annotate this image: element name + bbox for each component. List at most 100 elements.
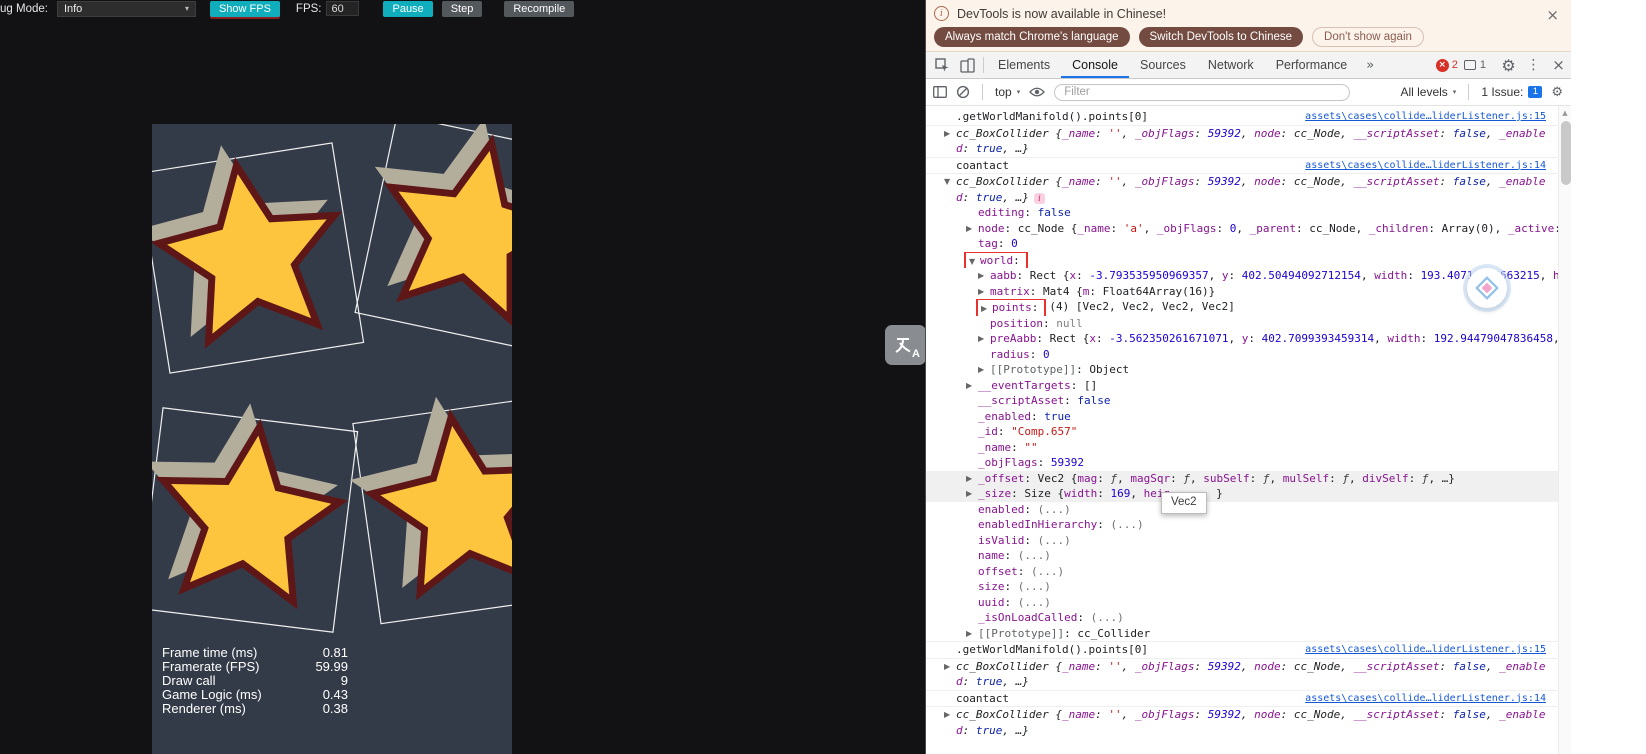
expand-arrow-icon[interactable]: ▶ bbox=[981, 301, 992, 316]
console-settings-icon[interactable]: ⚙ bbox=[1551, 85, 1563, 100]
console-error-badge[interactable]: × 2 bbox=[1435, 52, 1458, 78]
tab-performance[interactable]: Performance bbox=[1265, 52, 1359, 78]
source-link[interactable]: assets\cases\collide…liderListener.js:14 bbox=[1305, 158, 1546, 174]
console-message[interactable]: ▶ cc_BoxCollider {_name: '', _objFlags: 5… bbox=[926, 657, 1558, 690]
more-tabs-icon[interactable]: » bbox=[1358, 52, 1382, 78]
tab-network[interactable]: Network bbox=[1197, 52, 1265, 78]
infobar-message: DevTools is now available in Chinese! bbox=[957, 6, 1167, 21]
star-bottom-left bbox=[152, 391, 359, 633]
object-property-row[interactable]: ▶ __eventTargets: [] bbox=[926, 378, 1558, 394]
object-property-row[interactable]: ▶ node: cc_Node {_name: 'a', _objFlags: 0… bbox=[926, 221, 1558, 237]
star-top-left bbox=[152, 130, 365, 374]
expand-arrow-icon[interactable]: ▶ bbox=[978, 284, 989, 300]
source-link[interactable]: assets\cases\collide…liderListener.js:15 bbox=[1305, 109, 1546, 125]
fps-input[interactable]: 60 bbox=[326, 1, 360, 16]
infobar-close-icon[interactable]: × bbox=[1546, 6, 1559, 24]
expand-arrow-icon[interactable]: ▶ bbox=[944, 659, 955, 675]
expand-arrow-icon[interactable]: ▶ bbox=[966, 486, 977, 502]
devtools-settings-icon[interactable]: ⚙ bbox=[1496, 52, 1521, 78]
extension-logo bbox=[1475, 276, 1499, 300]
collapse-arrow-icon[interactable]: ▼ bbox=[969, 254, 980, 269]
expand-arrow-icon[interactable]: ▶ bbox=[944, 126, 955, 142]
object-property-row: position: null bbox=[990, 316, 1083, 330]
translate-extension-button[interactable] bbox=[1467, 268, 1507, 308]
expand-arrow-icon[interactable]: ▶ bbox=[944, 707, 955, 723]
expand-arrow-icon[interactable]: ▶ bbox=[978, 362, 989, 378]
object-property-row[interactable]: ▼ world: bbox=[926, 251, 1558, 269]
object-property-row[interactable]: ▶ [[Prototype]]: cc_Collider bbox=[926, 626, 1558, 642]
expand-arrow-icon[interactable]: ▶ bbox=[978, 331, 989, 347]
object-property-row[interactable]: ▶ matrix: Mat4 {m: Float64Array(16)} bbox=[926, 284, 1558, 300]
scrollbar-thumb[interactable] bbox=[1560, 121, 1571, 185]
object-property-row[interactable]: ▶ preAabb: Rect {x: -3.562350261671071, y… bbox=[926, 331, 1558, 347]
issues-button[interactable]: 1 Issue: 1 bbox=[1481, 85, 1543, 99]
annotation-highlight: ▶ points: bbox=[976, 299, 1047, 316]
expand-arrow-icon[interactable]: ▶ bbox=[978, 268, 989, 284]
filter-input[interactable]: Filter bbox=[1054, 83, 1351, 101]
scrollbar-up-icon[interactable]: ▲ bbox=[1559, 106, 1571, 119]
object-property-row: _objFlags: 59392 bbox=[978, 456, 1084, 469]
log-levels-dropdown[interactable]: All levels ▾ bbox=[1400, 85, 1456, 99]
tab-console[interactable]: Console bbox=[1061, 52, 1129, 78]
inspect-element-icon[interactable] bbox=[930, 52, 955, 78]
expand-arrow-icon[interactable]: ▶ bbox=[966, 221, 977, 237]
source-link[interactable]: assets\cases\collide…liderListener.js:14 bbox=[1305, 691, 1546, 707]
object-property-row: radius: 0 bbox=[990, 347, 1050, 361]
tab-sources[interactable]: Sources bbox=[1129, 52, 1197, 78]
collapse-arrow-icon[interactable]: ▼ bbox=[944, 174, 955, 190]
object-property-row[interactable]: ▶ aabb: Rect {x: -3.793535950969357, y: 4… bbox=[926, 268, 1558, 284]
dont-show-again-button[interactable]: Don't show again bbox=[1312, 27, 1424, 47]
divider bbox=[1468, 84, 1470, 100]
expand-arrow-icon[interactable]: ▶ bbox=[966, 471, 977, 487]
game-page: ug Mode: Info ▾ Show FPS FPS: 60 Pause S… bbox=[0, 0, 926, 754]
object-property-row: size: (...) bbox=[978, 580, 1051, 593]
debug-mode-select[interactable]: Info ▾ bbox=[56, 0, 196, 17]
object-property-row[interactable]: ▶ _offset: Vec2 {mag: ƒ, magSqr: ƒ, subSe… bbox=[926, 470, 1558, 487]
debug-mode-value: Info bbox=[63, 2, 83, 15]
translate-a-label: A bbox=[912, 348, 920, 360]
show-fps-button[interactable]: Show FPS bbox=[209, 0, 280, 17]
object-property-row: enabledInHierarchy: (...) bbox=[978, 518, 1144, 531]
live-expression-eye-icon[interactable] bbox=[1029, 86, 1046, 98]
step-button[interactable]: Step bbox=[441, 0, 483, 17]
game-canvas[interactable]: Frame time (ms) 0.81 Framerate (FPS) 59.99… bbox=[152, 124, 512, 754]
object-property-row[interactable]: ▶ [[Prototype]]: Object bbox=[926, 362, 1558, 378]
expand-arrow-icon[interactable]: ▶ bbox=[966, 378, 977, 394]
object-property-row[interactable]: ▶ points: (4) [Vec2, Vec2, Vec2, Vec2] bbox=[926, 299, 1558, 316]
console-message[interactable]: ▶ cc_BoxCollider {_name: '', _objFlags: 5… bbox=[926, 706, 1558, 738]
message-count: 1 bbox=[1479, 59, 1486, 71]
object-property-row: name: (...) bbox=[978, 549, 1051, 562]
switch-to-chinese-button[interactable]: Switch DevTools to Chinese bbox=[1138, 27, 1304, 47]
star-top-right bbox=[351, 124, 512, 354]
console-message[interactable]: ▼ cc_BoxCollider {_name: '', _objFlags: 5… bbox=[926, 173, 1558, 205]
source-link[interactable]: assets\cases\collide…liderListener.js:15 bbox=[1305, 642, 1546, 658]
clear-console-icon[interactable] bbox=[956, 85, 970, 99]
console-message-list: assets\cases\collide…liderListener.js:15… bbox=[926, 109, 1558, 738]
object-property-row: _id: "Comp.657" bbox=[978, 425, 1078, 438]
context-selector[interactable]: top ▾ bbox=[995, 85, 1020, 99]
page-translate-button[interactable]: A bbox=[885, 325, 926, 365]
console-sidebar-icon[interactable] bbox=[933, 86, 947, 98]
expand-arrow-icon[interactable]: ▶ bbox=[966, 626, 977, 642]
device-toolbar-icon[interactable] bbox=[955, 52, 980, 78]
object-property-row[interactable]: ▶ _size: Size {width: 169, heig} bbox=[926, 486, 1558, 502]
console-scrollbar[interactable]: ▲ bbox=[1558, 106, 1571, 754]
object-property-row: enabled: (...) bbox=[978, 502, 1071, 516]
console-message-badge[interactable]: 1 bbox=[1463, 52, 1486, 78]
recompile-button[interactable]: Recompile bbox=[504, 0, 575, 17]
object-property-row: _name: "" bbox=[978, 440, 1038, 454]
issues-count-bubble: 1 bbox=[1528, 86, 1543, 98]
debug-mode-label: ug Mode: bbox=[0, 2, 48, 15]
log-levels-value: All levels bbox=[1400, 85, 1448, 99]
match-language-button[interactable]: Always match Chrome's language bbox=[934, 27, 1130, 47]
chevron-down-icon: ▾ bbox=[184, 4, 189, 13]
error-count: 2 bbox=[1451, 59, 1458, 71]
object-property-row: tag: 0 bbox=[978, 237, 1018, 250]
console-message[interactable]: ▶ cc_BoxCollider {_name: '', _objFlags: 5… bbox=[926, 124, 1558, 157]
devtools-menu-icon[interactable]: ⋮ bbox=[1521, 52, 1546, 78]
pause-button[interactable]: Pause bbox=[383, 0, 433, 17]
devtools-close-icon[interactable]: × bbox=[1546, 52, 1571, 78]
context-value: top bbox=[995, 85, 1012, 99]
tab-elements[interactable]: Elements bbox=[987, 52, 1061, 78]
profiler-stats: Frame time (ms) 0.81 Framerate (FPS) 59.99… bbox=[162, 646, 348, 716]
